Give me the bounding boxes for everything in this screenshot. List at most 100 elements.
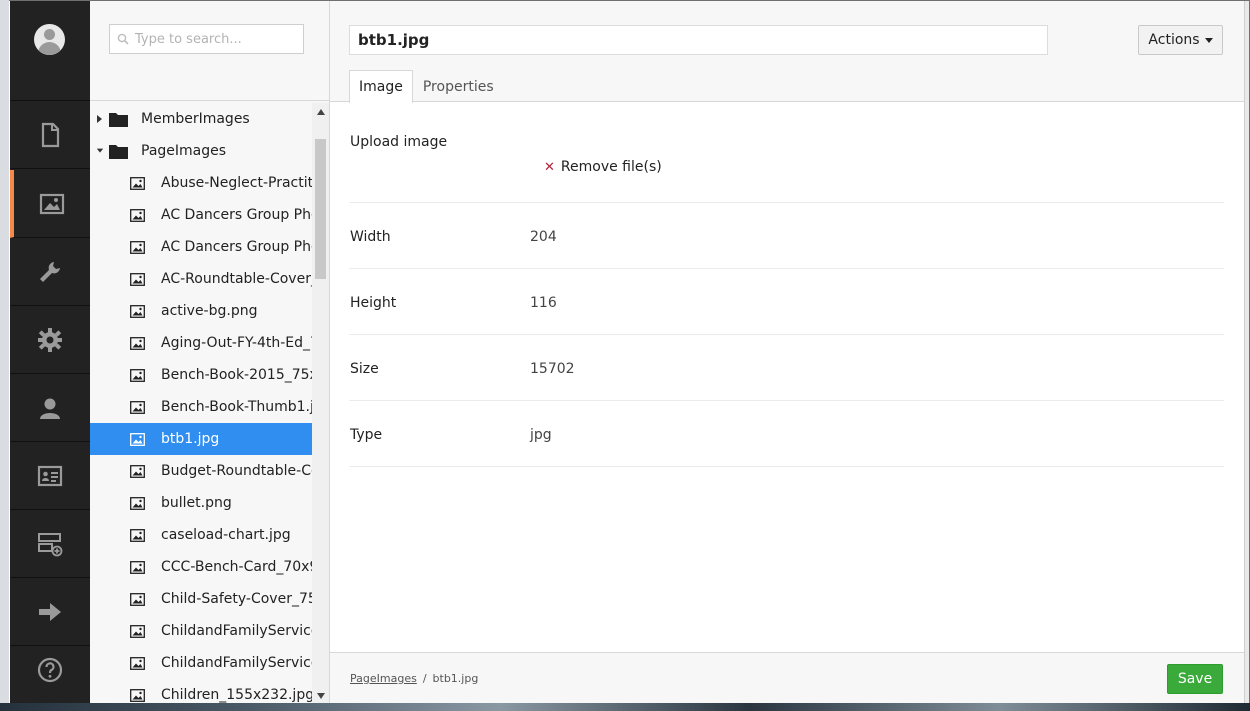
tree-file-label: AC Dancers Group Phot xyxy=(161,207,312,223)
desktop-background xyxy=(0,703,1250,711)
tree-folder-label: PageImages xyxy=(141,143,227,159)
arrow-right-icon xyxy=(39,602,61,621)
main-nav xyxy=(10,1,90,704)
nav-item-users[interactable] xyxy=(10,374,90,442)
search-box[interactable] xyxy=(109,24,304,54)
nav-item-help[interactable] xyxy=(10,636,90,704)
tree-file-label: Abuse-Neglect-Practitio xyxy=(161,175,312,191)
prop-row-size: Size 15702 xyxy=(349,335,1224,401)
item-name-input[interactable] xyxy=(349,25,1048,55)
tree-folder-label: MemberImages xyxy=(141,111,250,127)
breadcrumb-current: btb1.jpg xyxy=(432,672,479,685)
tree-file-label: Child-Safety-Cover_75x xyxy=(161,591,312,607)
tree-file-item[interactable]: ChildandFamilyServices xyxy=(90,647,312,679)
tree-file-label: ChildandFamilyServices xyxy=(161,623,312,639)
tree-file-label: ChildandFamilyServices xyxy=(161,655,312,671)
tree-file-item[interactable]: Aging-Out-FY-4th-Ed_75 xyxy=(90,327,312,359)
tab-image[interactable]: Image xyxy=(349,70,413,103)
tree-file-label: Budget-Roundtable-Cov xyxy=(161,463,312,479)
tree-file-label: active-bg.png xyxy=(161,303,258,319)
prop-label: Size xyxy=(350,361,379,377)
user-icon xyxy=(40,398,60,419)
media-tree-panel: MemberImages PageImages Abuse-Neglect-Pr… xyxy=(90,1,330,704)
desktop-edge xyxy=(0,0,9,711)
caret-down-icon[interactable] xyxy=(96,146,104,156)
prop-label: Height xyxy=(350,295,397,311)
scroll-thumb[interactable] xyxy=(315,139,326,279)
editor-header: Actions Image Properties xyxy=(330,1,1244,103)
gear-icon xyxy=(38,327,62,352)
avatar[interactable] xyxy=(34,24,65,55)
prop-value: 15702 xyxy=(530,361,575,377)
nav-item-media[interactable] xyxy=(10,170,90,238)
tree-file-item[interactable]: Children_155x232.jpg xyxy=(90,679,312,704)
image-file-icon xyxy=(130,368,145,382)
image-file-icon xyxy=(130,176,145,190)
tree-file-label: AC-Roundtable-Cover_7 xyxy=(161,271,312,287)
nav-item-settings[interactable] xyxy=(10,306,90,374)
image-file-icon xyxy=(130,656,145,670)
editor-panel: Actions Image Properties Upload image ✕ … xyxy=(330,1,1244,704)
nav-item-members[interactable] xyxy=(10,442,90,510)
actions-label: Actions xyxy=(1148,32,1200,48)
tree-file-item[interactable]: active-bg.png xyxy=(90,295,312,327)
tree-scrollbar[interactable] xyxy=(312,103,329,704)
breadcrumb: PageImages / btb1.jpg xyxy=(350,672,478,685)
image-file-icon xyxy=(130,592,145,606)
nav-item-content[interactable] xyxy=(10,101,90,169)
image-file-icon xyxy=(130,560,145,574)
tab-properties[interactable]: Properties xyxy=(413,70,504,102)
caret-right-icon[interactable] xyxy=(96,114,104,124)
tree-list: MemberImages PageImages Abuse-Neglect-Pr… xyxy=(90,103,312,704)
actions-button[interactable]: Actions xyxy=(1138,25,1223,55)
nav-item-developer[interactable] xyxy=(10,238,90,306)
save-button[interactable]: Save xyxy=(1167,664,1223,694)
prop-row-width: Width 204 xyxy=(349,203,1224,269)
breadcrumb-link-pageimages[interactable]: PageImages xyxy=(350,672,417,685)
prop-row-type: Type jpg xyxy=(349,401,1224,467)
tree-file-item[interactable]: Bench-Book-Thumb1.jp xyxy=(90,391,312,423)
tree-file-label: btb1.jpg xyxy=(161,431,220,447)
tree-file-item[interactable]: CCC-Bench-Card_70x98 xyxy=(90,551,312,583)
prop-value: 116 xyxy=(530,295,557,311)
image-file-icon xyxy=(130,624,145,638)
tree-file-label: bullet.png xyxy=(161,495,232,511)
window-right-edge xyxy=(1244,1,1249,704)
tree-file-item[interactable]: caseload-chart.jpg xyxy=(90,519,312,551)
tree-file-item[interactable]: Budget-Roundtable-Cov xyxy=(90,455,312,487)
help-icon xyxy=(37,657,63,683)
scroll-down-arrow[interactable] xyxy=(312,687,329,704)
scroll-up-arrow[interactable] xyxy=(312,103,329,120)
image-file-icon xyxy=(130,464,145,478)
nav-item-forms[interactable] xyxy=(10,510,90,578)
tree-file-item[interactable]: AC-Roundtable-Cover_7 xyxy=(90,263,312,295)
tree-file-item[interactable]: Child-Safety-Cover_75x xyxy=(90,583,312,615)
tree-file-label: AC Dancers Group Phot xyxy=(161,239,312,255)
tree-file-label: Bench-Book-Thumb1.jp xyxy=(161,399,312,415)
image-file-icon xyxy=(130,496,145,510)
search-input[interactable] xyxy=(135,31,295,47)
tree-file-item[interactable]: bullet.png xyxy=(90,487,312,519)
wrench-icon xyxy=(40,261,60,282)
tree-file-item[interactable]: Bench-Book-2015_75x9 xyxy=(90,359,312,391)
image-file-icon xyxy=(130,304,145,318)
remove-file-button[interactable]: ✕ Remove file(s) xyxy=(544,159,662,175)
media-icon xyxy=(39,193,65,214)
tree-file-item[interactable]: AC Dancers Group Phot xyxy=(90,199,312,231)
image-file-icon xyxy=(130,688,145,702)
tree-file-label: Bench-Book-2015_75x9 xyxy=(161,367,312,383)
prop-label: Width xyxy=(350,229,391,245)
tree-folder-memberimages[interactable]: MemberImages xyxy=(90,103,312,135)
breadcrumb-separator: / xyxy=(422,672,427,685)
tree-folder-pageimages[interactable]: PageImages xyxy=(90,135,312,167)
tree-file-item[interactable]: Abuse-Neglect-Practitio xyxy=(90,167,312,199)
tree-file-item[interactable]: AC Dancers Group Phot xyxy=(90,231,312,263)
prop-row-height: Height 116 xyxy=(349,269,1224,335)
tree-file-item[interactable]: btb1.jpg xyxy=(90,423,312,455)
tree-file-item[interactable]: ChildandFamilyServices xyxy=(90,615,312,647)
image-file-icon xyxy=(130,336,145,350)
caret-down-icon xyxy=(1204,37,1213,43)
folder-icon xyxy=(109,112,128,127)
prop-value: 204 xyxy=(530,229,557,245)
tree-file-label: Children_155x232.jpg xyxy=(161,687,312,703)
